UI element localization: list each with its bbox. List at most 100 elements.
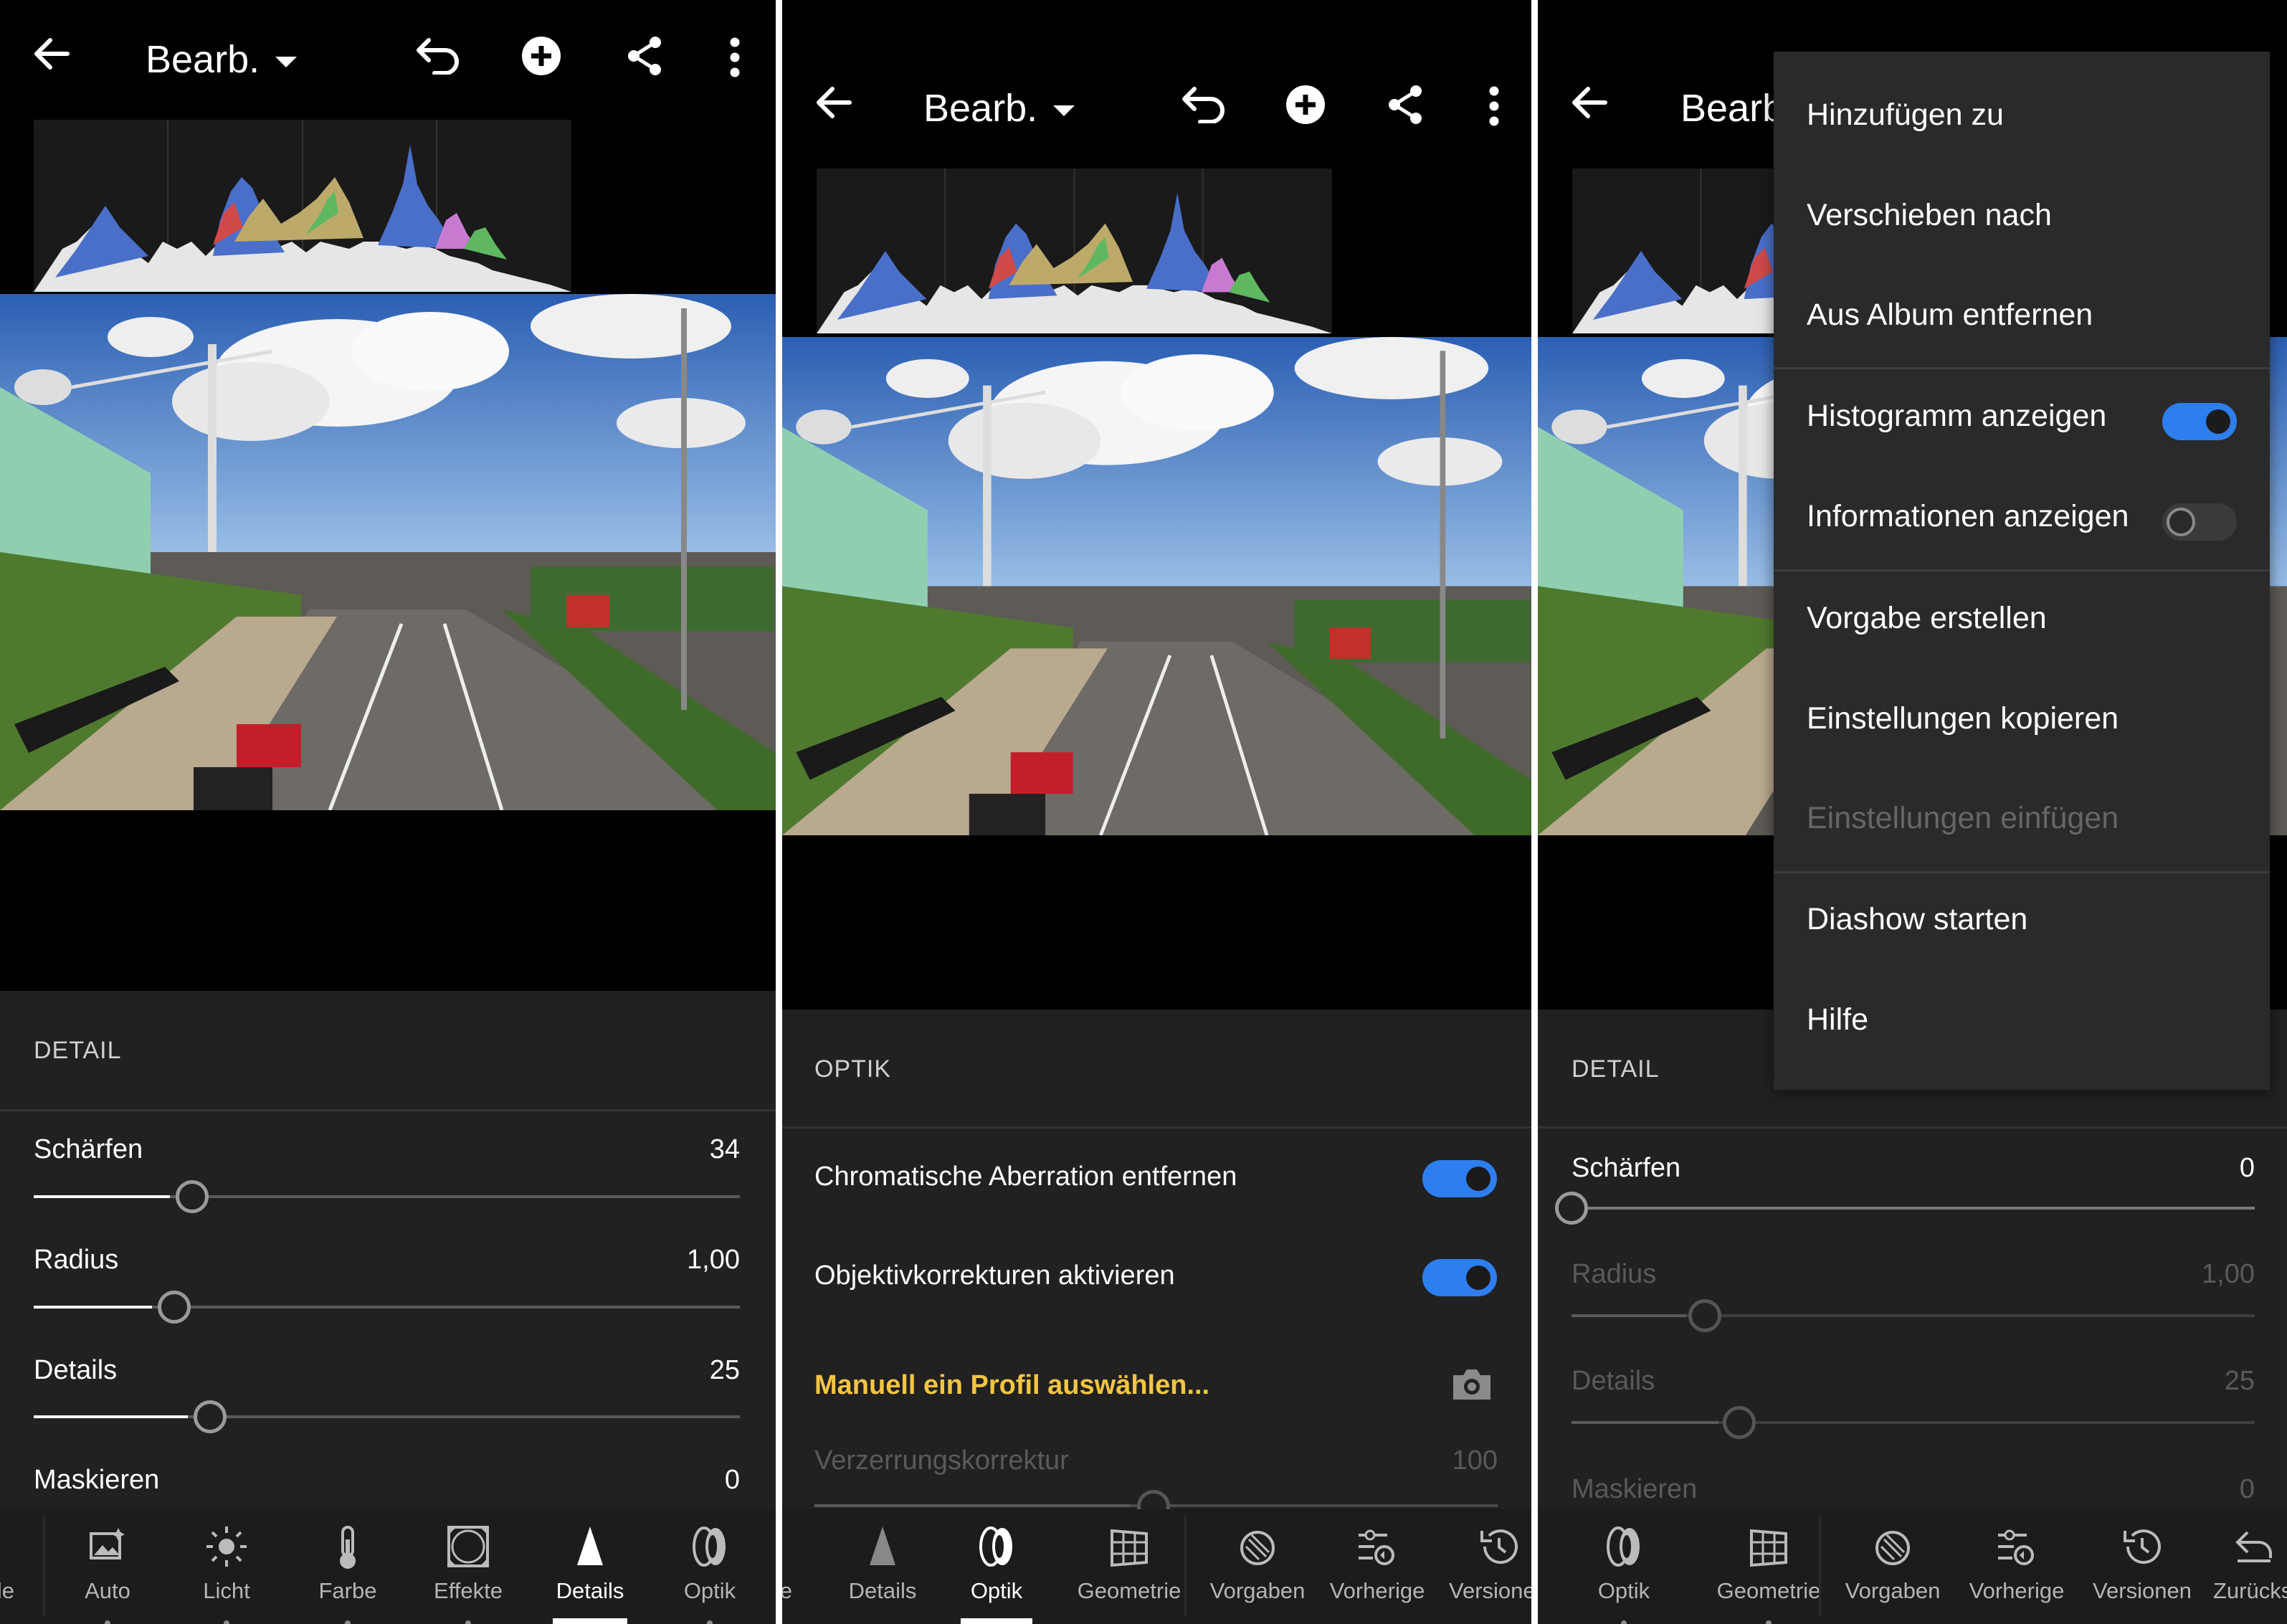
- chromatic-aberration-toggle[interactable]: [1422, 1160, 1497, 1197]
- slider-value-distortion: 100: [1452, 1445, 1498, 1476]
- share-icon[interactable]: [627, 36, 662, 76]
- photo-preview[interactable]: [782, 337, 1531, 835]
- slider-track-sharpen[interactable]: [1572, 1207, 2255, 1210]
- slider-thumb-details[interactable]: [194, 1400, 227, 1433]
- lens-corrections-toggle[interactable]: [1422, 1259, 1497, 1296]
- nav-optics[interactable]: Optik: [961, 1509, 1032, 1624]
- share-icon[interactable]: [1387, 85, 1423, 125]
- dropdown-caret-icon: [1053, 105, 1075, 116]
- menu-help[interactable]: Hilfe: [1807, 1002, 1868, 1037]
- more-vertical-icon[interactable]: [1483, 86, 1505, 126]
- menu-copy-settings[interactable]: Einstellungen kopieren: [1807, 701, 2119, 736]
- slider-value-details: 25: [709, 1355, 740, 1385]
- slider-track-details[interactable]: [1572, 1421, 2255, 1424]
- sun-icon: [206, 1526, 247, 1567]
- nav-light[interactable]: Licht: [191, 1509, 262, 1624]
- grid-perspective-icon: [1111, 1529, 1148, 1567]
- lens-icon: [693, 1526, 726, 1567]
- toggle-label-chromatic: Chromatische Aberration entfernen: [814, 1162, 1237, 1192]
- back-arrow-icon[interactable]: [814, 85, 854, 120]
- adjustment-panel: OPTIK Chromatische Aberration entfernen …: [782, 1010, 1531, 1523]
- slider-value-sharpen: 34: [709, 1134, 740, 1164]
- slider-value-details: 25: [2224, 1366, 2255, 1396]
- nav-versions[interactable]: Versionen: [1442, 1509, 1531, 1624]
- menu-show-histogram[interactable]: Histogramm anzeigen: [1807, 399, 2106, 434]
- show-info-toggle[interactable]: [2162, 503, 2237, 541]
- adjustment-panel: DETAIL Schärfen 34 Radius 1,00 Details 2…: [0, 991, 776, 1509]
- menu-remove-from-album[interactable]: Aus Album entfernen: [1807, 298, 2093, 333]
- nav-optics[interactable]: Optik: [1588, 1509, 1660, 1624]
- edit-mode-dropdown[interactable]: Bearb.: [146, 37, 298, 82]
- slider-label-sharpen: Schärfen: [34, 1134, 143, 1164]
- top-app-bar: Bearb.: [782, 72, 1531, 143]
- slider-label-details: Details: [1572, 1366, 1655, 1396]
- slider-thumb-radius[interactable]: [158, 1291, 191, 1324]
- menu-add-to[interactable]: Hinzufügen zu: [1807, 98, 2004, 133]
- photo-preview[interactable]: [0, 294, 776, 810]
- thermometer-icon: [340, 1526, 356, 1569]
- section-title: DETAIL: [1572, 1055, 1660, 1083]
- vignette-icon: [447, 1526, 489, 1567]
- slider-thumb-radius[interactable]: [1688, 1299, 1721, 1332]
- nav-auto[interactable]: Auto: [72, 1509, 143, 1624]
- add-circle-icon[interactable]: [521, 36, 561, 76]
- tool-navbar: le Auto Licht Farbe Effekte Details: [0, 1509, 776, 1624]
- slider-label-radius: Radius: [1572, 1259, 1657, 1289]
- show-histogram-toggle[interactable]: [2162, 403, 2237, 440]
- edit-mode-dropdown[interactable]: Bearb: [1680, 86, 1784, 130]
- presets-icon: [1240, 1531, 1275, 1565]
- slider-label-distortion: Verzerrungskorrektur: [814, 1445, 1069, 1476]
- nav-details[interactable]: Details: [840, 1509, 926, 1624]
- nav-versions[interactable]: Versionen: [2085, 1509, 2200, 1624]
- edit-panel-detail: Bearb. DETAIL Schärfen 34 Radius 1,00 De…: [0, 0, 776, 1624]
- slider-label-details: Details: [34, 1355, 118, 1385]
- nav-presets[interactable]: Vorgaben: [1835, 1509, 1950, 1624]
- menu-create-preset[interactable]: Vorgabe erstellen: [1807, 601, 2047, 636]
- slider-thumb-details[interactable]: [1723, 1406, 1756, 1439]
- slider-track-radius[interactable]: [34, 1306, 740, 1309]
- choose-profile-link[interactable]: Manuell ein Profil auswählen...: [814, 1370, 1209, 1401]
- section-title: OPTIK: [814, 1055, 892, 1083]
- overflow-menu: Hinzufügen zu Verschieben nach Aus Album…: [1774, 52, 2270, 1090]
- slider-track-sharpen[interactable]: [34, 1195, 740, 1198]
- edit-mode-dropdown[interactable]: Bearb.: [923, 86, 1075, 130]
- details-triangle-icon: [577, 1526, 603, 1565]
- menu-move-to[interactable]: Verschieben nach: [1807, 198, 2052, 233]
- page-title: Bearb: [1680, 87, 1784, 130]
- toggle-label-lens: Objektivkorrekturen aktivieren: [814, 1260, 1175, 1291]
- nav-details[interactable]: Details: [551, 1509, 629, 1624]
- nav-previous[interactable]: Vorherige: [1320, 1509, 1435, 1624]
- nav-partial[interactable]: e: [782, 1509, 797, 1624]
- slider-label-radius: Radius: [34, 1245, 119, 1275]
- histogram: [34, 120, 571, 292]
- slider-value-radius: 1,00: [687, 1245, 740, 1275]
- nav-geometry[interactable]: Geometrie: [1057, 1509, 1201, 1624]
- back-arrow-icon[interactable]: [32, 36, 72, 72]
- undo-icon[interactable]: [413, 36, 463, 75]
- nav-previous[interactable]: Vorherige: [1959, 1509, 2074, 1624]
- slider-value-masking: 0: [2239, 1474, 2255, 1504]
- back-arrow-icon[interactable]: [1569, 85, 1610, 120]
- history-icon: [2124, 1529, 2161, 1564]
- slider-thumb-sharpen[interactable]: [176, 1180, 209, 1213]
- details-triangle-icon: [870, 1526, 895, 1565]
- nav-optics[interactable]: Optik: [674, 1509, 746, 1624]
- slider-value-radius: 1,00: [2202, 1259, 2255, 1289]
- camera-icon[interactable]: [1450, 1367, 1493, 1402]
- dropdown-caret-icon: [275, 56, 298, 67]
- slider-thumb-sharpen[interactable]: [1555, 1192, 1588, 1225]
- reset-icon: [2235, 1531, 2272, 1562]
- slider-track-radius[interactable]: [1572, 1314, 2255, 1317]
- nav-presets[interactable]: Vorgaben: [1200, 1509, 1315, 1624]
- nav-effects[interactable]: Effekte: [432, 1509, 504, 1624]
- nav-color[interactable]: Farbe: [312, 1509, 384, 1624]
- nav-partial[interactable]: le: [0, 1509, 29, 1624]
- more-vertical-icon[interactable]: [724, 37, 746, 77]
- slider-track-details[interactable]: [34, 1415, 740, 1418]
- menu-show-info[interactable]: Informationen anzeigen: [1807, 499, 2129, 534]
- undo-icon[interactable]: [1179, 85, 1229, 123]
- page-title: Bearb.: [146, 38, 260, 81]
- menu-start-slideshow[interactable]: Diashow starten: [1807, 902, 2027, 937]
- add-circle-icon[interactable]: [1285, 85, 1326, 125]
- nav-reset[interactable]: Zurücks: [2205, 1509, 2287, 1624]
